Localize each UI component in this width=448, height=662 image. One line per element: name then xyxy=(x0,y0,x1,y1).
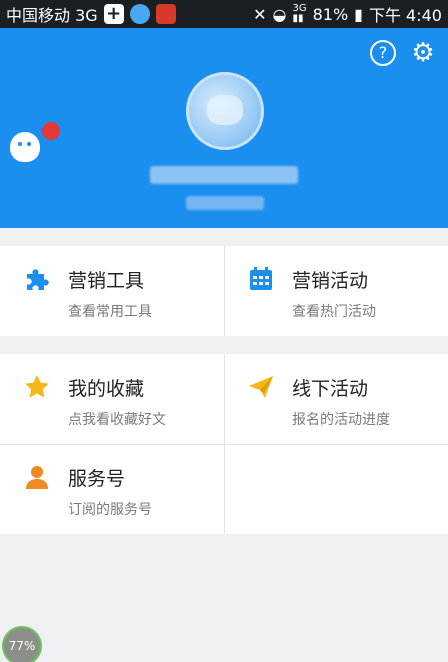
menu-desc: 查看热门活动 xyxy=(292,304,376,320)
divider xyxy=(224,246,225,336)
profile-header: ? ⚙ xyxy=(0,28,448,228)
battery-icon: ▮ xyxy=(354,4,363,24)
menu-title: 营销工具 xyxy=(68,270,145,292)
star-icon xyxy=(25,375,49,398)
menu-desc: 订阅的服务号 xyxy=(68,502,152,518)
menu-desc: 查看常用工具 xyxy=(68,304,152,320)
notification-badge xyxy=(40,120,62,142)
menu-item-favorites[interactable]: 我的收藏 点我看收藏好文 xyxy=(0,354,224,444)
wifi-icon: ◒ xyxy=(272,4,287,24)
divider xyxy=(0,444,448,445)
plus-notification-icon: + xyxy=(103,4,124,24)
menu-title: 我的收藏 xyxy=(68,378,145,400)
battery-label: 81% xyxy=(312,4,349,24)
menu-group-tools: 营销工具 查看常用工具 营销活动 查看热门活动 xyxy=(0,246,448,336)
menu-desc: 点我看收藏好文 xyxy=(68,412,166,428)
puzzle-icon xyxy=(27,269,49,290)
menu-item-offline-events[interactable]: 线下活动 报名的活动进度 xyxy=(224,354,448,444)
menu-item-marketing-tools[interactable]: 营销工具 查看常用工具 xyxy=(0,246,224,336)
status-bar: 中国移动 3G + ✕ ◒ 3G ▮▮ 81% ▮ 下午 4:40 xyxy=(0,0,448,28)
paper-plane-icon xyxy=(249,376,273,398)
user-id-blurred xyxy=(186,196,264,210)
help-icon[interactable]: ? xyxy=(370,40,396,66)
clock-label: 下午 4:40 xyxy=(368,6,442,25)
avatar[interactable] xyxy=(186,72,264,150)
user-name-blurred xyxy=(150,166,298,184)
signal-icon: 3G ▮▮ xyxy=(292,3,307,24)
person-icon xyxy=(26,466,48,489)
mascot-icon[interactable] xyxy=(10,132,40,162)
memory-booster-button[interactable]: 77% xyxy=(2,626,42,662)
menu-item-marketing-events[interactable]: 营销活动 查看热门活动 xyxy=(224,246,448,336)
menu-title: 营销活动 xyxy=(292,270,369,292)
carrier-label: 中国移动 3G xyxy=(6,6,98,25)
gear-icon[interactable]: ⚙ xyxy=(408,38,438,68)
calendar-icon xyxy=(250,267,272,290)
mute-icon: ✕ xyxy=(253,4,267,24)
menu-title: 服务号 xyxy=(68,468,126,490)
app-notification-icon-2 xyxy=(155,4,176,24)
menu-title: 线下活动 xyxy=(292,378,369,400)
app-notification-icon xyxy=(129,4,150,24)
menu-group-personal: 我的收藏 点我看收藏好文 线下活动 报名的活动进度 服务号 订阅的服务号 xyxy=(0,354,448,534)
menu-item-service-account[interactable]: 服务号 订阅的服务号 xyxy=(0,444,224,534)
menu-desc: 报名的活动进度 xyxy=(292,412,390,428)
